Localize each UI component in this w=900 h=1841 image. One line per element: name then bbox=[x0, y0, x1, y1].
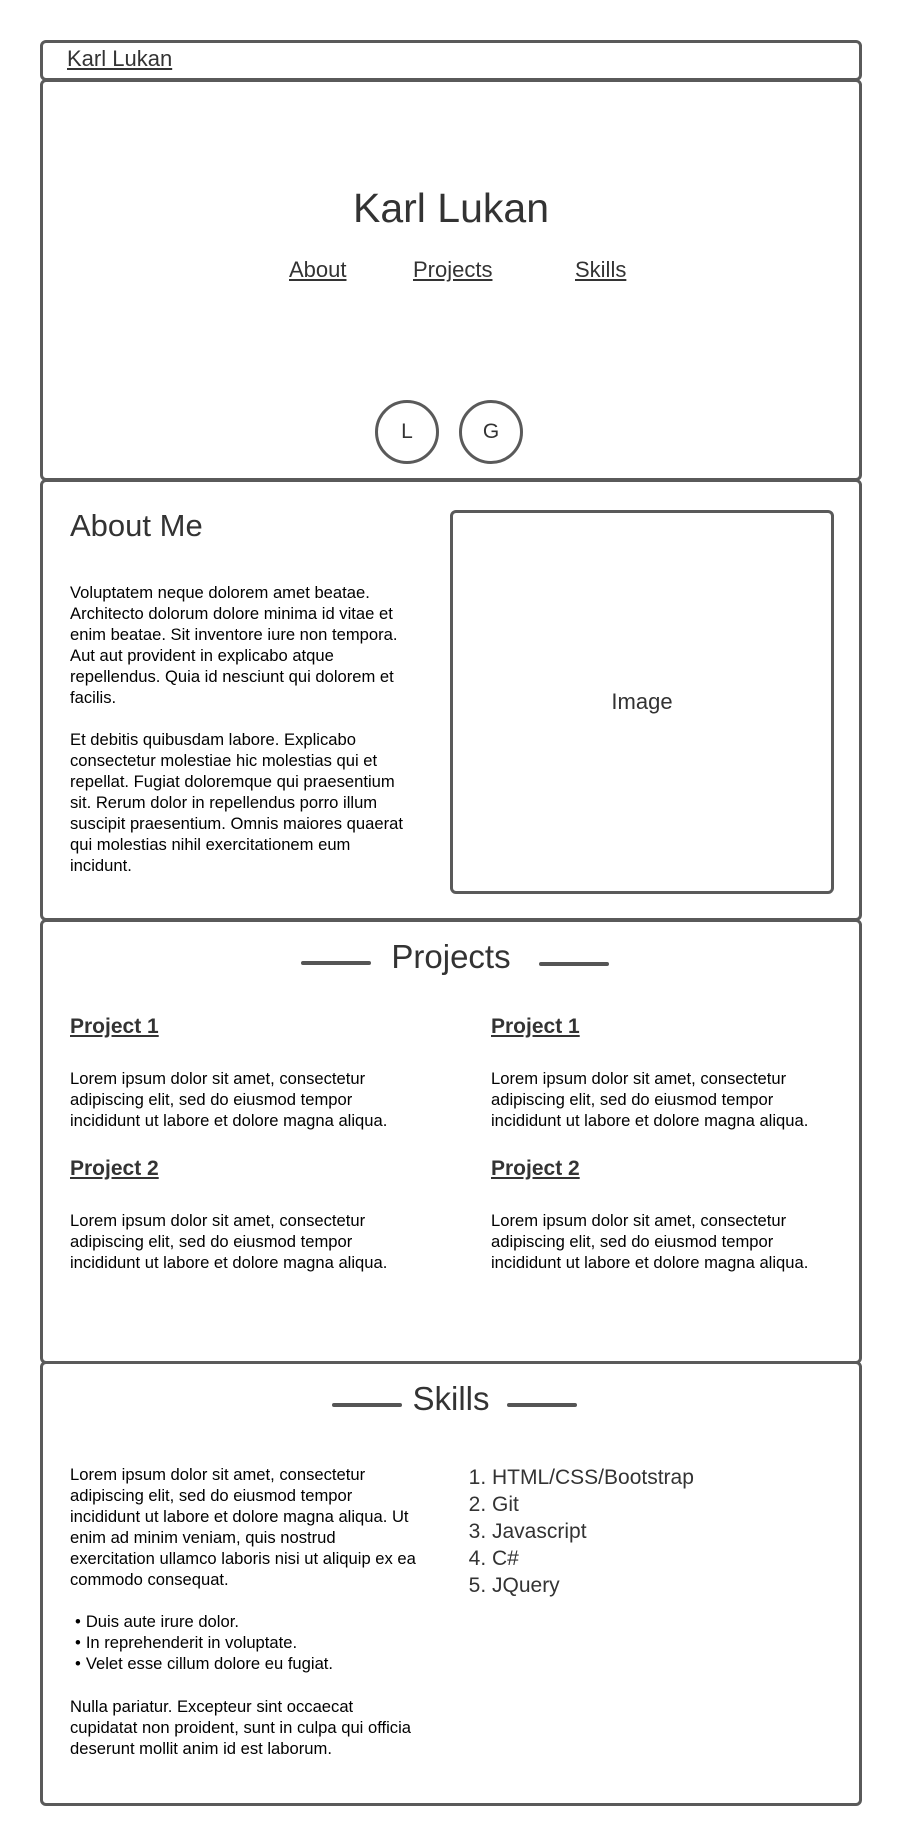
about-image-placeholder: Image bbox=[450, 510, 834, 894]
linkedin-icon[interactable]: L bbox=[375, 400, 439, 464]
nav-link-skills[interactable]: Skills bbox=[575, 257, 626, 283]
list-item: Velet esse cillum dolore eu fugiat. bbox=[70, 1653, 333, 1674]
list-item: HTML/CSS/Bootstrap bbox=[492, 1464, 694, 1491]
project-description: Lorem ipsum dolor sit amet, consectetur … bbox=[70, 1211, 388, 1272]
image-label: Image bbox=[611, 689, 673, 714]
about-section: About Me Voluptatem neque dolorem amet b… bbox=[40, 479, 862, 921]
list-item: Git bbox=[492, 1491, 694, 1518]
github-icon[interactable]: G bbox=[459, 400, 523, 464]
hero-title: Karl Lukan bbox=[352, 185, 549, 231]
heading-rule-right bbox=[539, 962, 609, 966]
skills-heading: Skills bbox=[412, 1380, 490, 1417]
project-description: Lorem ipsum dolor sit amet, consectetur … bbox=[70, 1069, 388, 1130]
about-heading: About Me bbox=[70, 508, 203, 543]
project-title[interactable]: Project 1 bbox=[70, 1015, 159, 1039]
skills-section: Skills Lorem ipsum dolor sit amet, conse… bbox=[40, 1361, 862, 1806]
project-title[interactable]: Project 1 bbox=[491, 1015, 580, 1039]
projects-section: Projects Project 1 Lorem ipsum dolor sit… bbox=[40, 919, 862, 1364]
nav-link-about[interactable]: About bbox=[289, 257, 347, 283]
project-description: Lorem ipsum dolor sit amet, consectetur … bbox=[491, 1069, 809, 1130]
top-navbar: Karl Lukan bbox=[40, 40, 862, 81]
nav-link-projects[interactable]: Projects bbox=[413, 257, 492, 283]
list-item: JQuery bbox=[492, 1572, 694, 1599]
list-item: In reprehenderit in voluptate. bbox=[70, 1632, 333, 1653]
skills-bullet-list: Duis aute irure dolor. In reprehenderit … bbox=[70, 1611, 333, 1674]
heading-rule-right bbox=[507, 1403, 577, 1407]
list-item: C# bbox=[492, 1545, 694, 1572]
project-description: Lorem ipsum dolor sit amet, consectetur … bbox=[491, 1211, 809, 1272]
social-label-l: L bbox=[401, 420, 413, 443]
projects-heading: Projects bbox=[391, 938, 511, 975]
list-item: Javascript bbox=[492, 1518, 694, 1545]
social-label-g: G bbox=[482, 420, 500, 443]
brand-link[interactable]: Karl Lukan bbox=[67, 46, 172, 72]
skills-numbered-list: HTML/CSS/Bootstrap Git Javascript C# JQu… bbox=[468, 1464, 694, 1599]
project-title[interactable]: Project 2 bbox=[491, 1157, 580, 1181]
project-title[interactable]: Project 2 bbox=[70, 1157, 159, 1181]
skills-intro: Lorem ipsum dolor sit amet, consectetur … bbox=[70, 1465, 416, 1589]
about-paragraph-1: Voluptatem neque dolorem amet beatae. Ar… bbox=[70, 583, 398, 707]
hero-section: Karl Lukan About Projects Skills L G bbox=[40, 79, 862, 481]
about-paragraph-2: Et debitis quibusdam labore. Explicabo c… bbox=[70, 730, 403, 875]
list-item: Duis aute irure dolor. bbox=[70, 1611, 333, 1632]
skills-outro: Nulla pariatur. Excepteur sint occaecat … bbox=[70, 1697, 412, 1758]
